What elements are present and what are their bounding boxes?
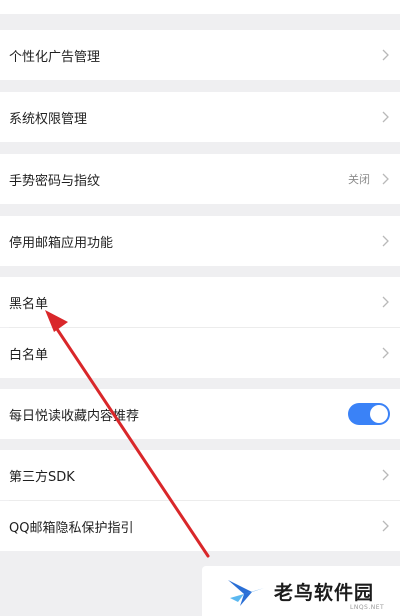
chevron-right-icon (380, 295, 390, 309)
settings-item-value: 关闭 (348, 173, 370, 186)
settings-item-third-party-sdk[interactable]: 第三方SDK (0, 450, 400, 500)
settings-item-label: 白名单 (9, 347, 49, 363)
chevron-right-icon (380, 234, 390, 248)
settings-item-label: QQ邮箱隐私保护指引 (9, 520, 134, 536)
top-partial-row (0, 0, 400, 14)
settings-item-system-permissions[interactable]: 系统权限管理 (0, 92, 400, 142)
bird-logo-icon (228, 580, 264, 606)
settings-item-label: 黑名单 (9, 296, 49, 312)
settings-item-label: 手势密码与指纹 (9, 173, 101, 189)
settings-item-blacklist[interactable]: 黑名单 (0, 277, 400, 327)
settings-item-label: 系统权限管理 (9, 111, 88, 127)
chevron-right-icon (380, 172, 390, 186)
settings-item-personalized-ads[interactable]: 个性化广告管理 (0, 30, 400, 80)
watermark-subtitle: LNQS.NET (350, 604, 385, 611)
watermark-title: 老鸟软件园 (274, 581, 375, 604)
chevron-right-icon (380, 110, 390, 124)
chevron-right-icon (380, 519, 390, 533)
settings-item-label: 每日悦读收藏内容推荐 (9, 408, 140, 424)
settings-item-whitelist[interactable]: 白名单 (0, 328, 400, 378)
chevron-right-icon (380, 48, 390, 62)
settings-item-daily-reading-recommend: 每日悦读收藏内容推荐 (0, 389, 400, 439)
settings-item-label: 个性化广告管理 (9, 49, 101, 65)
settings-item-gesture-password[interactable]: 手势密码与指纹 关闭 (0, 154, 400, 204)
chevron-right-icon (380, 346, 390, 360)
settings-item-label: 第三方SDK (9, 469, 75, 485)
toggle-knob (370, 405, 388, 423)
site-watermark: 老鸟软件园 LNQS.NET (202, 566, 400, 616)
chevron-right-icon (380, 468, 390, 482)
settings-item-privacy-guide[interactable]: QQ邮箱隐私保护指引 (0, 501, 400, 551)
recommend-toggle[interactable] (348, 403, 390, 425)
settings-item-label: 停用邮箱应用功能 (9, 235, 114, 251)
settings-item-disable-mail-features[interactable]: 停用邮箱应用功能 (0, 216, 400, 266)
